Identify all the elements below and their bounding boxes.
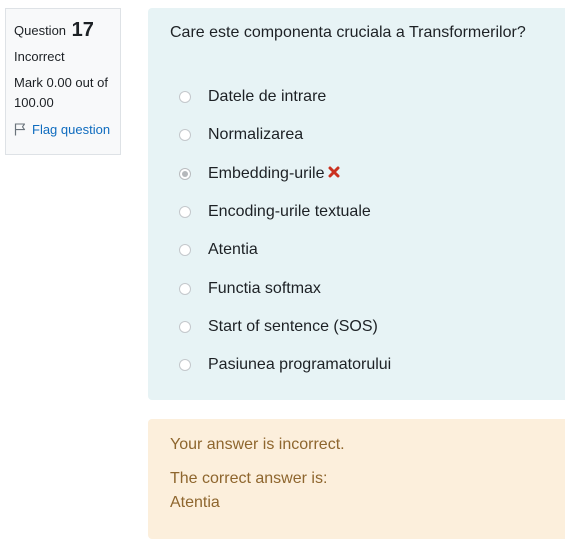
answer-option[interactable]: Functia softmax: [179, 269, 391, 307]
answer-option-label: Functia softmax: [208, 279, 321, 297]
answer-option[interactable]: Datele de intrare: [179, 78, 391, 116]
radio-button-selected[interactable]: [179, 167, 191, 180]
correct-answer-label: The correct answer is:: [170, 470, 328, 487]
correct-answer-value: Atentia: [170, 494, 220, 511]
answer-option-label: Atentia: [208, 241, 258, 259]
flag-question-label: Flag question: [32, 122, 111, 137]
question-label: Question: [14, 23, 67, 38]
answer-option[interactable]: Normalizarea: [179, 116, 391, 154]
question-info-panel: Question 17 Incorrect Mark 0.00 out of 1…: [5, 8, 121, 155]
answer-option-label: Start of sentence (SOS): [208, 317, 378, 335]
question-text: Care este componenta cruciala a Transfor…: [170, 24, 526, 41]
question-formulation: Care este componenta cruciala a Transfor…: [148, 8, 565, 400]
feedback-incorrect-text: Your answer is incorrect.: [170, 436, 345, 453]
question-number: 17: [71, 19, 94, 41]
question-state: Incorrect: [14, 49, 65, 64]
answer-option[interactable]: Start of sentence (SOS): [179, 308, 391, 346]
radio-button[interactable]: [179, 129, 191, 142]
answer-option-selected[interactable]: Embedding-urile: [179, 155, 391, 193]
answer-option-label: Encoding-urile textuale: [208, 203, 371, 221]
radio-button[interactable]: [179, 359, 191, 372]
radio-button[interactable]: [179, 206, 191, 219]
radio-button[interactable]: [179, 282, 191, 295]
incorrect-x-icon: [328, 166, 340, 178]
answer-option[interactable]: Atentia: [179, 231, 391, 269]
answer-option-label: Normalizarea: [208, 126, 304, 144]
question-number-line: Question 17: [14, 17, 112, 43]
answer-option[interactable]: Pasiunea programatorului: [179, 346, 391, 384]
flag-question-link[interactable]: Flag question: [14, 122, 112, 137]
answer-option[interactable]: Encoding-urile textuale: [179, 193, 391, 231]
question-grade: Mark 0.00 out of 100.00: [14, 75, 108, 110]
radio-button[interactable]: [179, 244, 191, 257]
answer-option-label: Embedding-urile: [208, 164, 325, 182]
radio-button[interactable]: [179, 91, 191, 104]
answer-option-label: Pasiunea programatorului: [208, 356, 392, 374]
radio-button[interactable]: [179, 320, 191, 333]
answer-option-label: Datele de intrare: [208, 88, 327, 106]
answer-options: Datele de intrare Normalizarea Embedding…: [179, 78, 391, 384]
feedback-panel: Your answer is incorrect. The correct an…: [148, 419, 565, 539]
flag-icon: [14, 123, 26, 136]
